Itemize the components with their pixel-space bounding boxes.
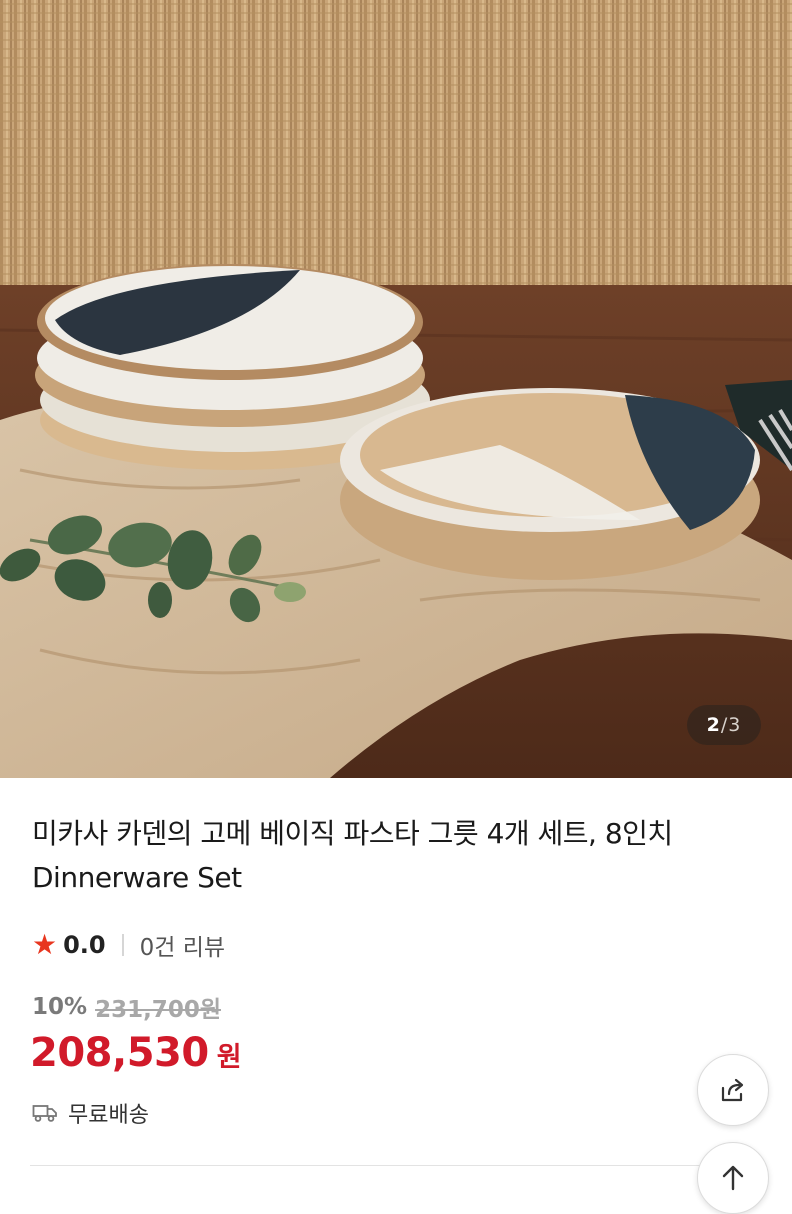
- rating-score: 0.0: [63, 931, 106, 959]
- product-title: 미카사 카덴의 고메 베이직 파스타 그릇 4개 세트, 8인치 Dinnerw…: [32, 817, 673, 894]
- page-separator: /: [720, 714, 729, 736]
- shipping-label: 무료배송: [68, 1103, 149, 1128]
- image-page-indicator: 2 / 3: [687, 705, 761, 745]
- sale-price-amount: 208,530: [30, 1030, 209, 1076]
- shipping-info: 무료배송: [32, 1096, 149, 1130]
- original-price-row: 10% 231,700원: [32, 990, 221, 1024]
- scroll-to-top-button[interactable]: [697, 1142, 769, 1214]
- arrow-up-icon: [722, 1165, 744, 1191]
- star-icon: ★: [32, 928, 58, 961]
- product-image: [0, 0, 792, 778]
- rating-row[interactable]: ★ 0.0 0건 리뷰: [32, 928, 225, 962]
- review-count-link[interactable]: 0건 리뷰: [140, 928, 225, 962]
- share-icon: [721, 1078, 744, 1102]
- sale-price: 208,530 원: [30, 1030, 242, 1080]
- truck-icon: [32, 1105, 57, 1122]
- product-image-gallery[interactable]: 2 / 3: [0, 0, 792, 778]
- rating-divider: [121, 934, 124, 956]
- sale-price-unit: 원: [216, 1042, 242, 1073]
- current-page: 2: [706, 714, 721, 736]
- original-price: 231,700원: [95, 997, 221, 1023]
- share-button[interactable]: [697, 1054, 769, 1126]
- discount-rate: 10%: [32, 994, 88, 1020]
- section-divider: [30, 1165, 700, 1166]
- total-pages: 3: [728, 714, 742, 736]
